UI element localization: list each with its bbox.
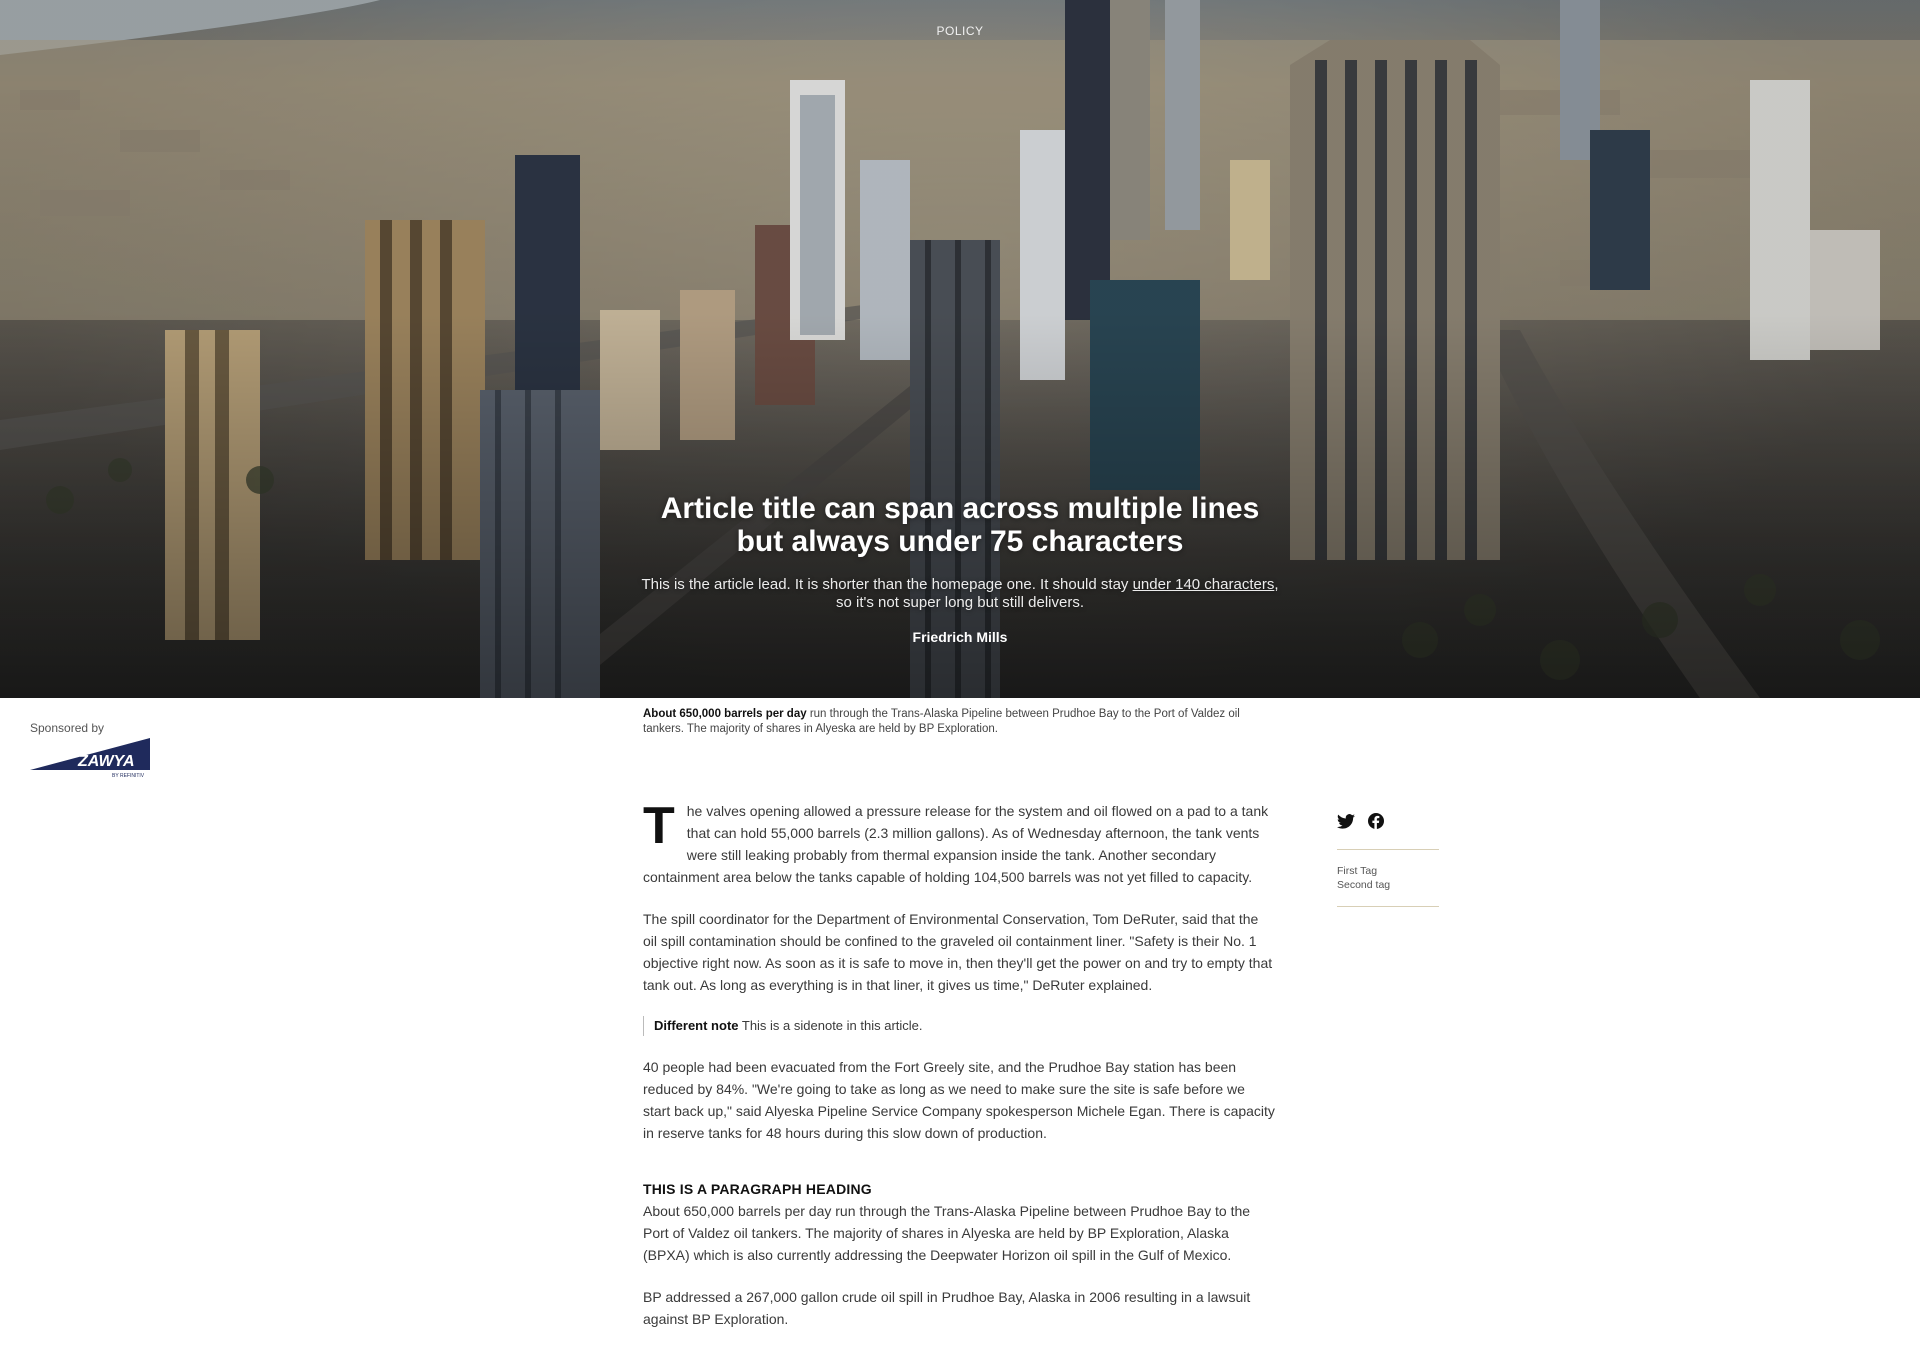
article-paragraph-5: BP addressed a 267,000 gallon crude oil … (643, 1289, 1251, 1327)
sponsored-label: Sponsored by (30, 721, 105, 735)
lead-text-start: This is the article lead. It is shorter … (641, 576, 1133, 593)
hero-text-block: Article title can span across multiple l… (640, 492, 1280, 645)
article-body: The valves opening allowed a pressure re… (643, 800, 1275, 1350)
lead-link[interactable]: under 140 characters (1133, 576, 1275, 593)
facebook-icon[interactable] (1368, 813, 1385, 834)
divider-bottom (1337, 906, 1439, 907)
twitter-icon[interactable] (1337, 813, 1355, 834)
share-panel: First Tag Second tag (1337, 813, 1439, 921)
article-paragraph-3: 40 people had been evacuated from the Fo… (643, 1059, 1275, 1141)
share-icons (1337, 813, 1439, 835)
caption-bold: About 650,000 barrels per day (643, 708, 807, 720)
tag-second[interactable]: Second tag (1337, 878, 1439, 892)
image-caption: About 650,000 barrels per day run throug… (643, 707, 1263, 737)
category-link[interactable]: POLICY (0, 24, 1920, 38)
author-name[interactable]: Friedrich Mills (640, 629, 1280, 645)
svg-text:ZAWYA: ZAWYA (77, 753, 135, 770)
article-paragraph-2: The spill coordinator for the Department… (643, 911, 1273, 993)
tag-first[interactable]: First Tag (1337, 864, 1439, 878)
drop-cap: T (643, 797, 675, 855)
hero-image: POLICY Article title can span across mul… (0, 0, 1920, 698)
sidenote: Different note This is a sidenote in thi… (643, 1016, 1275, 1036)
article-paragraph-4: About 650,000 barrels per day run throug… (643, 1203, 1251, 1263)
paragraph-text: he valves opening allowed a pressure rel… (643, 803, 1269, 885)
svg-text:BY REFINITIV: BY REFINITIV (112, 773, 145, 779)
article-paragraph-1: The valves opening allowed a pressure re… (643, 800, 1275, 888)
sidenote-text: This is a sidenote in this article. (738, 1018, 923, 1033)
zawya-logo[interactable]: ZAWYA BY REFINITIV (30, 738, 150, 780)
article-title: Article title can span across multiple l… (660, 492, 1260, 558)
divider-top (1337, 849, 1439, 850)
paragraph-heading: THIS IS A PARAGRAPH HEADING (643, 1181, 872, 1197)
article-lead: This is the article lead. It is shorter … (640, 576, 1280, 612)
sidenote-label: Different note (654, 1018, 739, 1033)
